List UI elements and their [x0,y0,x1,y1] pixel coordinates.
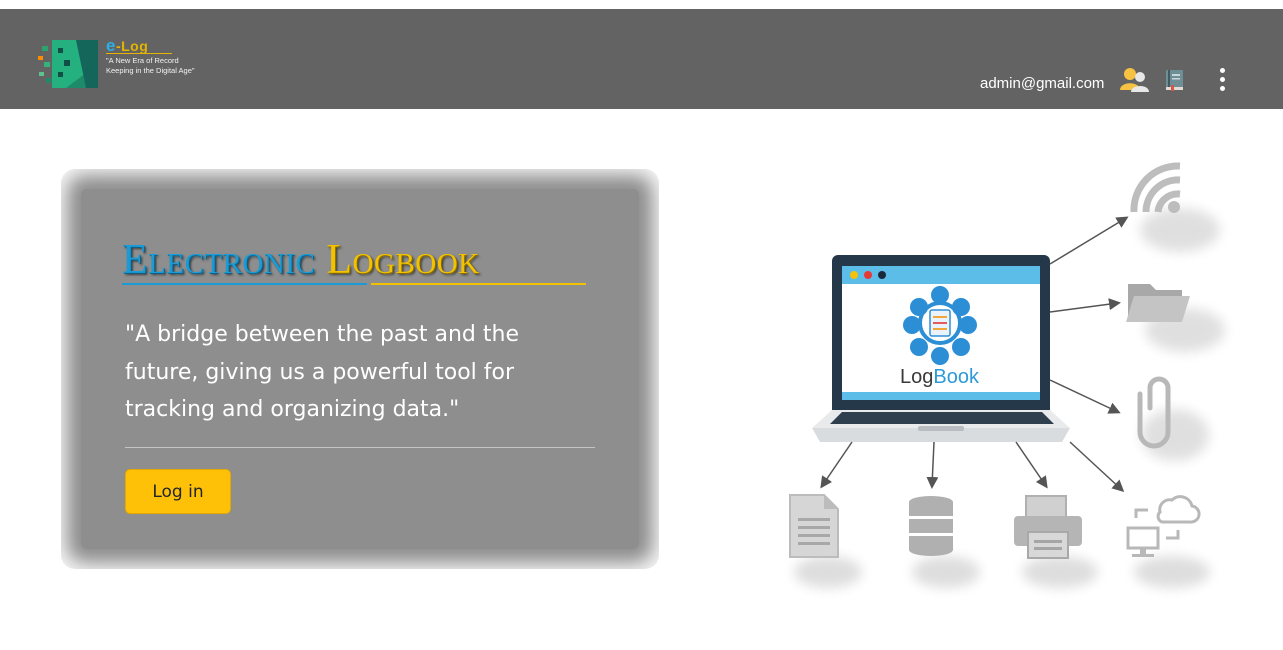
printer-icon [1014,495,1098,588]
hero-title: Electronic Logbook [122,232,480,288]
brand-tagline: "A New Era of Record Keeping in the Digi… [106,56,195,75]
logbook-illustration: LogBook [789,162,1225,588]
database-icon [909,496,980,588]
elog-logo-icon [38,40,98,88]
hero-title-electronic: Electronic [122,237,316,283]
top-band [0,0,1283,9]
title-underline-gold [371,283,586,285]
folder-icon [1126,284,1225,352]
paperclip-icon [1137,376,1209,461]
brand-underline [106,53,172,54]
cloud-sync-icon [1126,495,1210,588]
hero-divider [125,447,595,448]
users-icon[interactable] [1119,66,1151,94]
wifi-icon [1130,162,1220,252]
login-button[interactable]: Log in [125,469,231,514]
user-email: admin@gmail.com [980,75,1105,92]
brand-logo[interactable]: e-Log "A New Era of Record Keeping in th… [36,34,195,100]
screen-brand: LogBook [900,366,980,388]
more-vertical-icon[interactable] [1212,66,1232,94]
logbook-icon[interactable] [1163,68,1187,92]
hero-quote: "A bridge between the past and the futur… [125,322,519,422]
navbar: e-Log "A New Era of Record Keeping in th… [0,9,1283,109]
hero-title-logbook: Logbook [326,237,480,283]
document-icon [789,494,862,588]
title-underline-blue [122,283,367,285]
